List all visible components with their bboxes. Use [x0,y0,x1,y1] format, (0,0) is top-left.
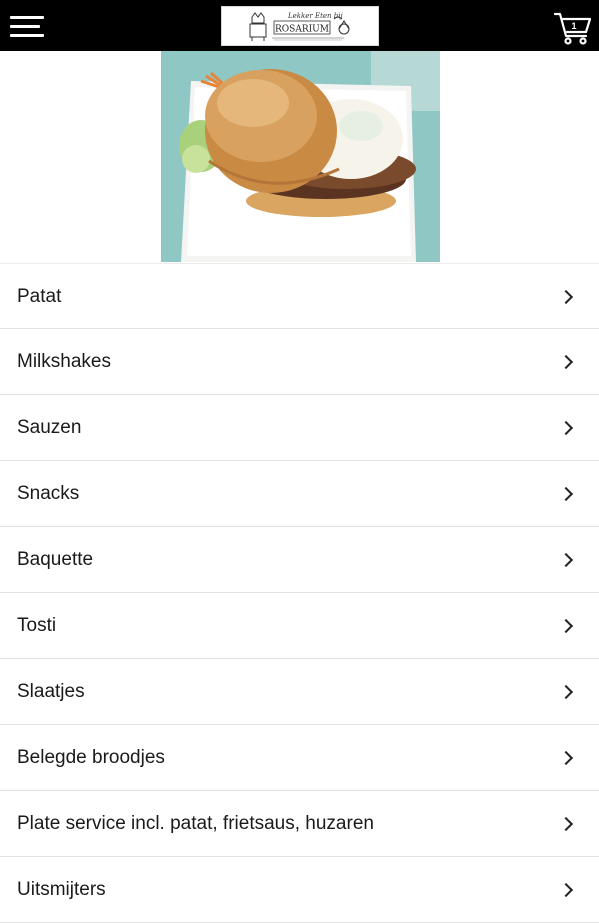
category-label: Baquette [17,549,94,570]
category-label: Plate service incl. patat, frietsaus, hu… [17,813,374,834]
cart-count-badge: 1 [571,21,577,31]
chevron-right-icon [558,420,574,436]
category-item-baquette[interactable]: Baquette [0,527,599,593]
category-label: Snacks [17,483,80,504]
chevron-right-icon [558,618,574,634]
category-label: Slaatjes [17,681,85,702]
chevron-right-icon [558,684,574,700]
category-item-uitsmijters[interactable]: Uitsmijters [0,857,599,923]
category-label: Sauzen [17,417,82,438]
category-label: Uitsmijters [17,879,106,900]
chevron-right-icon [558,289,574,305]
chevron-right-icon [558,552,574,568]
category-item-snacks[interactable]: Snacks [0,461,599,527]
burger-photo [161,51,440,262]
category-list: Patat Milkshakes Sauzen Snacks Baquette … [0,263,599,923]
category-item-tosti[interactable]: Tosti [0,593,599,659]
restaurant-logo[interactable]: Lekker Eten bij ROSARIUM [221,6,379,46]
category-label: Milkshakes [17,351,111,372]
hamburger-menu-icon[interactable] [10,16,44,38]
cart-button[interactable]: 1 [553,10,593,46]
logo-script-text: Lekker Eten bij [287,12,344,20]
chevron-right-icon [558,486,574,502]
chevron-right-icon [558,750,574,766]
logo-main-text: ROSARIUM [275,25,329,35]
chevron-right-icon [558,882,574,898]
category-item-slaatjes[interactable]: Slaatjes [0,659,599,725]
category-label: Tosti [17,615,57,636]
chevron-right-icon [558,354,574,370]
category-item-patat[interactable]: Patat [0,263,599,329]
category-label: Patat [17,286,62,307]
logo-graphic: Lekker Eten bij ROSARIUM [249,12,350,41]
category-item-sauzen[interactable]: Sauzen [0,395,599,461]
category-item-plate-service[interactable]: Plate service incl. patat, frietsaus, hu… [0,791,599,857]
category-item-milkshakes[interactable]: Milkshakes [0,329,599,395]
category-item-belegde-broodjes[interactable]: Belegde broodjes [0,725,599,791]
top-app-bar: Lekker Eten bij ROSARIUM 1 [0,0,599,51]
chevron-right-icon [558,816,574,832]
hero-food-image [161,51,440,262]
category-label: Belegde broodjes [17,747,165,768]
